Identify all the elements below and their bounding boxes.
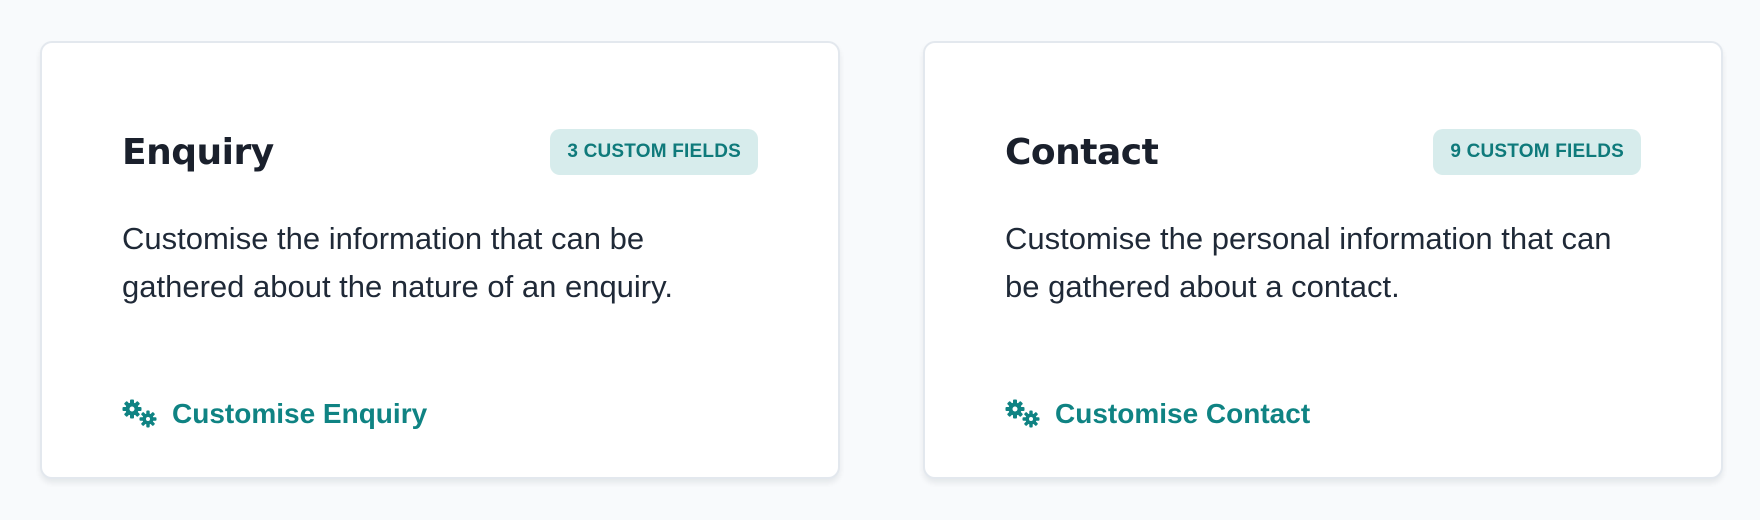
customisation-cards: Enquiry 3 CUSTOM FIELDS Customise the in… — [40, 41, 1723, 479]
card-header: Contact 9 CUSTOM FIELDS — [1005, 129, 1641, 175]
link-label: Customise Enquiry — [172, 398, 428, 429]
custom-fields-badge: 3 CUSTOM FIELDS — [550, 129, 758, 175]
gears-icon — [1005, 399, 1040, 428]
link-label: Customise Contact — [1055, 398, 1311, 429]
customise-contact-link[interactable]: Customise Contact — [1005, 398, 1310, 430]
contact-card: Contact 9 CUSTOM FIELDS Customise the pe… — [923, 41, 1723, 479]
card-title: Enquiry — [122, 131, 274, 173]
customise-enquiry-link[interactable]: Customise Enquiry — [122, 398, 427, 430]
card-description: Customise the personal information that … — [1005, 221, 1612, 304]
card-description: Customise the information that can be ga… — [122, 221, 673, 304]
card-header: Enquiry 3 CUSTOM FIELDS — [122, 129, 758, 175]
enquiry-card: Enquiry 3 CUSTOM FIELDS Customise the in… — [40, 41, 840, 479]
custom-fields-badge: 9 CUSTOM FIELDS — [1433, 129, 1641, 175]
gears-icon — [122, 399, 157, 428]
card-title: Contact — [1005, 131, 1159, 173]
